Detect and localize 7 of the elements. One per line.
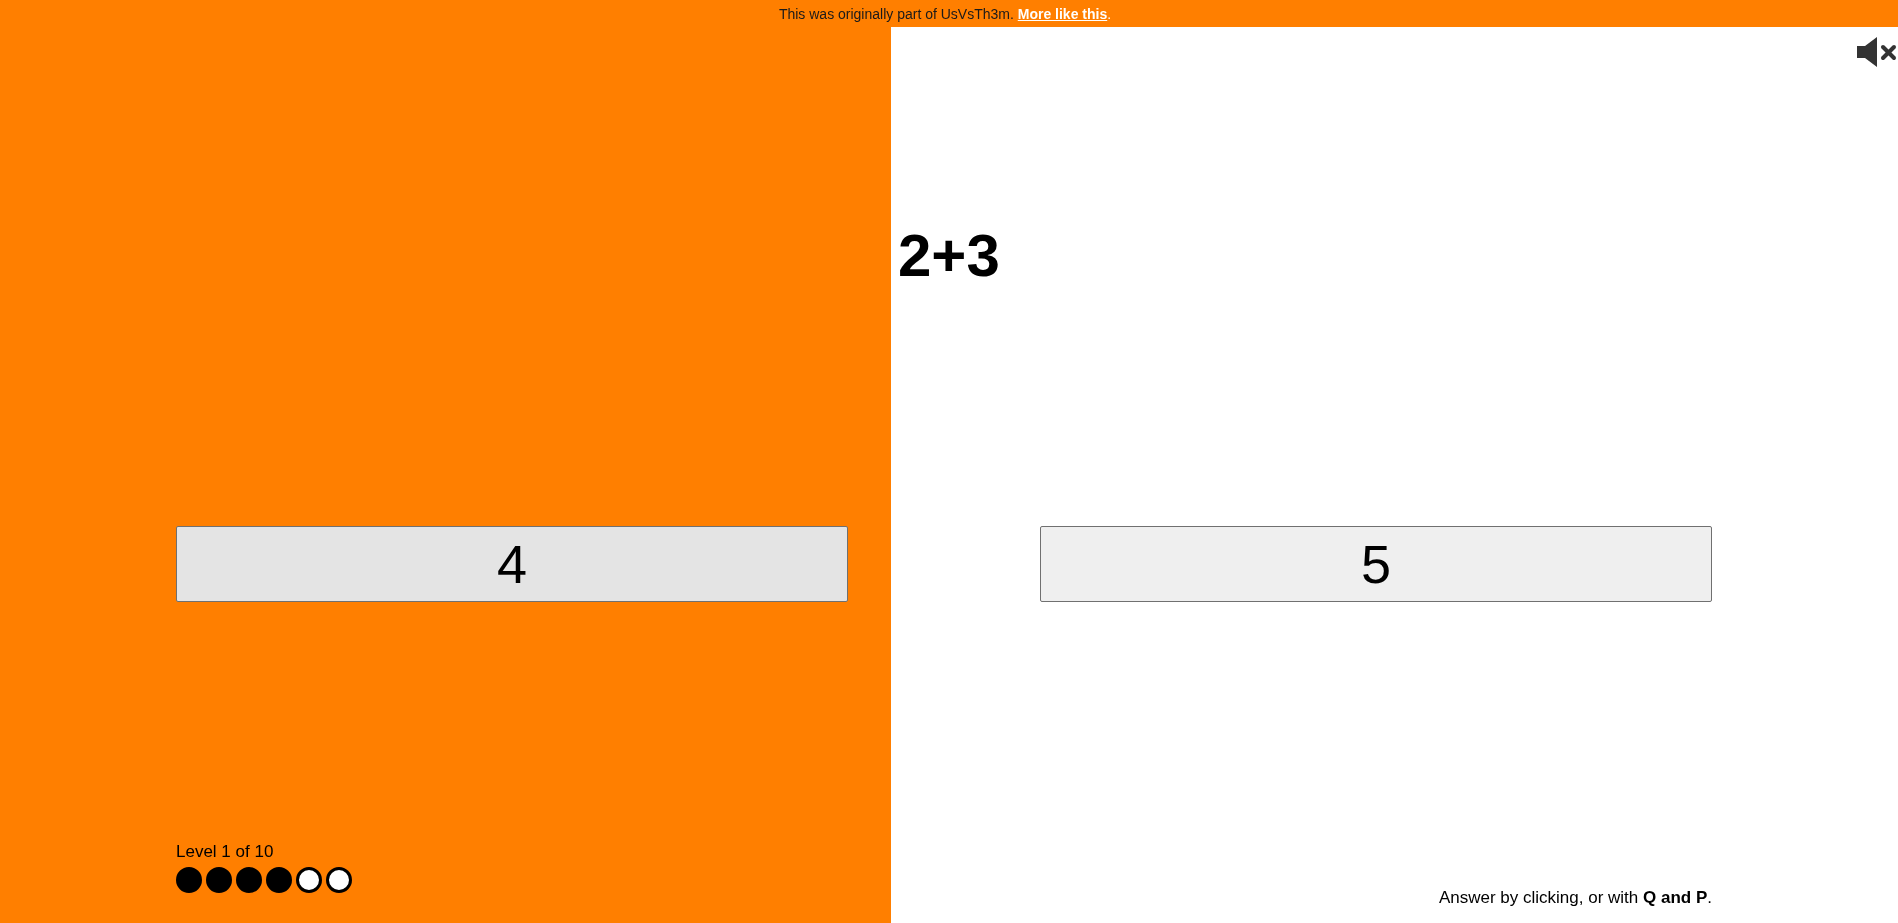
- math-problem: 2+3: [898, 224, 1000, 288]
- answer-button[interactable]: 5: [1040, 526, 1712, 602]
- banner-text: This was originally part of UsVsTh3m. More like this.: [778, 4, 1112, 23]
- muted-speaker-icon[interactable]: [1857, 37, 1897, 67]
- keyboard-hint: Answer by clicking, or with Q and P.: [1438, 887, 1712, 909]
- answer-button[interactable]: 4: [176, 526, 848, 602]
- level-text: Level 1 of 10: [176, 841, 274, 863]
